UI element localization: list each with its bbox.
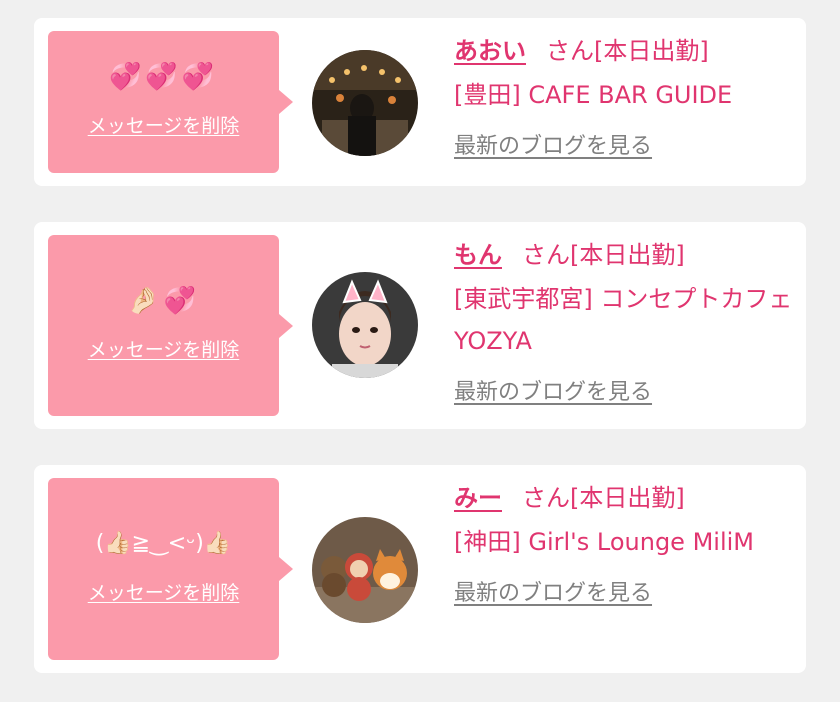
avatar-photo-plush-toys-icon [312, 517, 418, 623]
message-bubble: (👍🏻≧‿<ᵕ)👍🏻 メッセージを削除 [48, 478, 293, 660]
message-bubble: 💞💞💞 メッセージを削除 [48, 31, 293, 173]
shop-name: [豊田] CAFE BAR GUIDE [454, 81, 733, 109]
delete-message-link[interactable]: メッセージを削除 [88, 111, 240, 138]
avatar[interactable] [312, 50, 418, 156]
message-bubble: 🤌🏻💞 メッセージを削除 [48, 235, 293, 416]
delete-message-link[interactable]: メッセージを削除 [88, 335, 240, 362]
message-emoji: (👍🏻≧‿<ᵕ)👍🏻 [95, 531, 232, 556]
shop-name: [東武宇都宮] コンセプトカフェYOZYA [454, 285, 793, 355]
cast-name-link[interactable]: あおい [454, 37, 526, 65]
message-emoji: 🤌🏻💞 [127, 286, 200, 316]
cast-header: みー さん[本日出勤] [454, 479, 794, 517]
avatar[interactable] [312, 517, 418, 623]
message-card: 💞💞💞 メッセージを削除 あおい さん[本日出勤] [豊田] CAFE BAR … [34, 18, 806, 186]
shop-name: [神田] Girl's Lounge MiliM [454, 528, 754, 556]
latest-blog-link[interactable]: 最新のブログを見る [454, 374, 652, 406]
cast-name-link[interactable]: もん [454, 241, 502, 269]
delete-message-link[interactable]: メッセージを削除 [88, 578, 240, 605]
cast-info: もん さん[本日出勤] [東武宇都宮] コンセプトカフェYOZYA 最新のブログを… [454, 236, 794, 406]
message-card: (👍🏻≧‿<ᵕ)👍🏻 メッセージを削除 みー さん[本日出勤] [神田] Gir… [34, 465, 806, 673]
avatar-photo-cafe-icon [312, 50, 418, 156]
cast-name-link[interactable]: みー [454, 484, 502, 512]
cast-header: もん さん[本日出勤] [454, 236, 794, 274]
latest-blog-link[interactable]: 最新のブログを見る [454, 128, 652, 160]
cast-info: みー さん[本日出勤] [神田] Girl's Lounge MiliM 最新のブ… [454, 479, 794, 607]
message-emoji: 💞💞💞 [108, 62, 219, 92]
message-card: 🤌🏻💞 メッセージを削除 もん さん[本日出勤] [東武宇都宮] コンセプトカフェ… [34, 222, 806, 429]
cast-status: さん[本日出勤] [522, 241, 685, 269]
cast-status: さん[本日出勤] [546, 37, 709, 65]
latest-blog-link[interactable]: 最新のブログを見る [454, 575, 652, 607]
cast-header: あおい さん[本日出勤] [454, 32, 794, 70]
message-list: 💞💞💞 メッセージを削除 あおい さん[本日出勤] [豊田] CAFE BAR … [0, 0, 840, 702]
cast-status: さん[本日出勤] [522, 484, 685, 512]
cast-info: あおい さん[本日出勤] [豊田] CAFE BAR GUIDE 最新のブログを見… [454, 32, 794, 160]
avatar[interactable] [312, 272, 418, 378]
avatar-photo-cat-ears-icon [312, 272, 418, 378]
